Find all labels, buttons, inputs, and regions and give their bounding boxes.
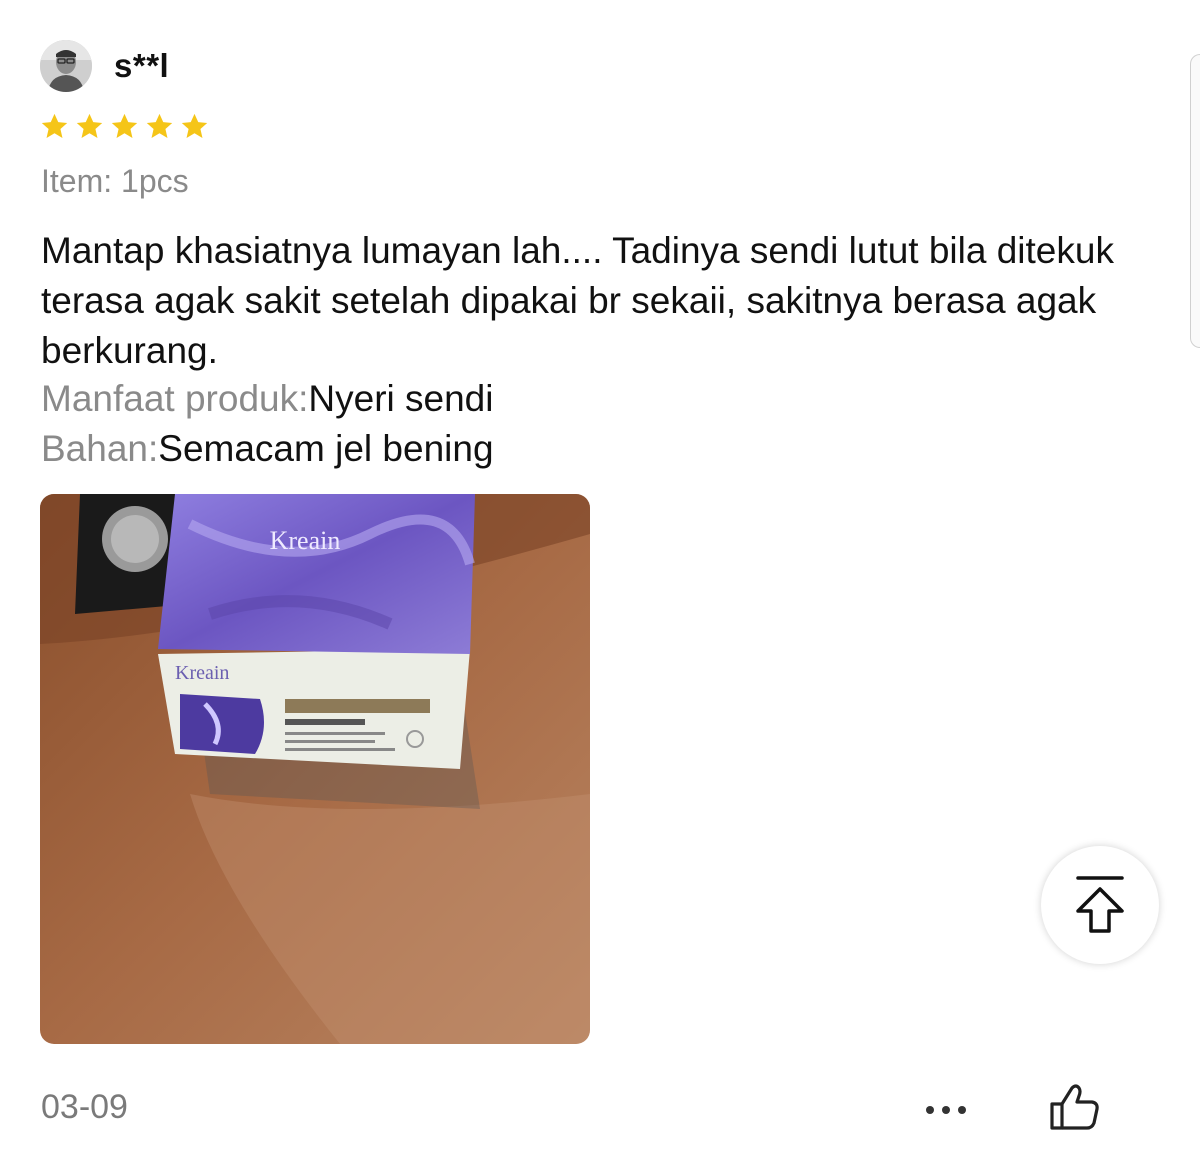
item-variant: Item: 1pcs (41, 163, 189, 199)
star-icon (146, 113, 173, 138)
reviewer-header: s**l (40, 40, 169, 92)
box-brand-top: Kreain (270, 526, 341, 555)
more-dots-icon (926, 1106, 966, 1114)
star-icon (111, 113, 138, 138)
review-text: Mantap khasiatnya lumayan lah.... Tadiny… (41, 230, 1114, 371)
thumbs-up-icon (1050, 1084, 1099, 1130)
back-to-top-button[interactable] (1041, 846, 1159, 964)
review-date: 03-09 (41, 1088, 128, 1126)
more-options-button[interactable] (922, 1098, 970, 1122)
like-button[interactable] (1048, 1082, 1102, 1132)
scrollbar[interactable] (1190, 54, 1200, 348)
attribute-label: Manfaat produk: (41, 378, 309, 419)
username: s**l (114, 47, 170, 84)
box-brand-side: Kreain (175, 662, 229, 684)
attribute-benefit: Manfaat produk:Nyeri sendi (41, 374, 493, 424)
star-icon (41, 113, 68, 138)
attribute-value: Semacam jel bening (158, 428, 494, 469)
rating-stars (40, 112, 209, 141)
arrow-up-to-top-icon (1076, 876, 1124, 933)
attribute-label: Bahan: (41, 428, 159, 469)
attribute-material: Bahan:Semacam jel bening (41, 424, 494, 474)
attribute-value: Nyeri sendi (308, 378, 494, 419)
avatar[interactable] (40, 40, 92, 92)
review-page: s**l Item: 1pcs Mantap khasiatnya lumaya… (0, 0, 1200, 1153)
star-icon (76, 113, 103, 138)
star-icon (181, 113, 208, 138)
review-photo[interactable]: Kreain Kreain (40, 494, 590, 1044)
